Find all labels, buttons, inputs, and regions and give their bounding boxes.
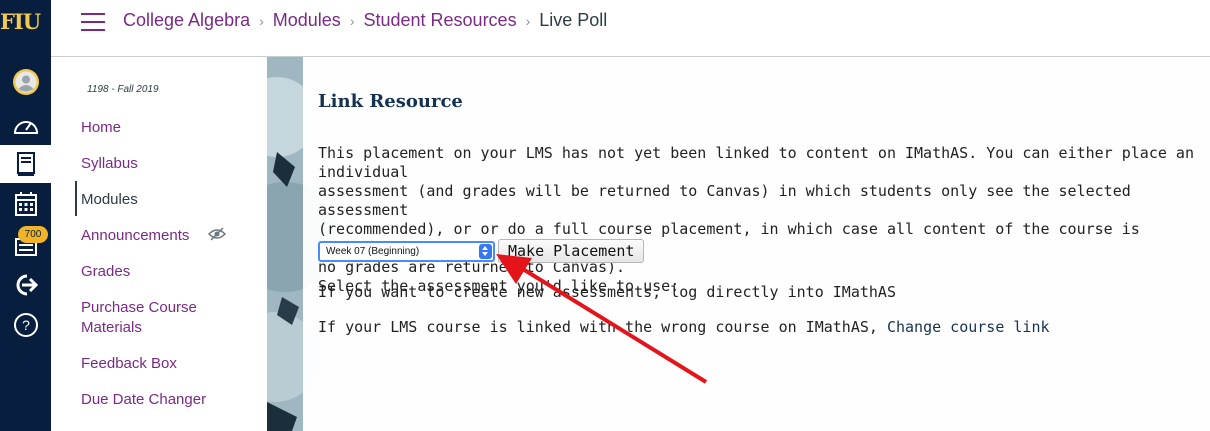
course-nav-home[interactable]: Home <box>81 118 251 138</box>
hidden-eye-icon <box>208 227 226 241</box>
chevron-right-icon: › <box>349 12 355 29</box>
annotation-arrow <box>496 254 708 384</box>
inbox-count-badge: 700 <box>18 226 48 243</box>
breadcrumb-modules[interactable]: Modules <box>273 10 341 31</box>
course-nav: 1198 - Fall 2019 Home Syllabus Modules A… <box>51 57 267 431</box>
content-area: Link Resource This placement on your LMS… <box>267 57 1210 431</box>
breadcrumb-course[interactable]: College Algebra <box>123 10 250 31</box>
course-nav-syllabus[interactable]: Syllabus <box>81 154 251 174</box>
breadcrumb-current: Live Poll <box>539 10 608 30</box>
logout-icon[interactable] <box>0 268 51 302</box>
fiu-logo[interactable]: FIU <box>0 6 51 38</box>
active-indicator <box>75 181 77 216</box>
course-nav-purchase-materials[interactable]: Purchase Course Materials <box>81 298 221 338</box>
breadcrumb: College Algebra › Modules › Student Reso… <box>123 10 607 31</box>
calendar-icon[interactable] <box>0 187 51 221</box>
course-nav-grades[interactable]: Grades <box>81 262 251 282</box>
svg-text:?: ? <box>22 317 30 333</box>
select-stepper-icon <box>479 243 492 259</box>
account-icon[interactable] <box>0 65 51 99</box>
page-title: Link Resource <box>318 91 463 112</box>
global-nav: FIU 700 ? <box>0 0 51 431</box>
header: College Algebra › Modules › Student Reso… <box>51 0 1210 57</box>
chevron-right-icon: › <box>525 12 531 29</box>
chevron-right-icon: › <box>259 12 264 29</box>
change-course-link[interactable]: Change course link <box>887 318 1050 336</box>
placement-description: This placement on your LMS has not yet b… <box>318 144 1194 295</box>
courses-icon[interactable] <box>0 145 51 183</box>
hamburger-menu-icon[interactable] <box>81 13 105 31</box>
term-label: 1198 - Fall 2019 <box>87 84 159 95</box>
assessment-select-value: Week 07 (Beginning) <box>326 245 420 257</box>
dashboard-icon[interactable] <box>0 108 51 142</box>
breadcrumb-student-resources[interactable]: Student Resources <box>363 10 516 31</box>
course-nav-feedback-box[interactable]: Feedback Box <box>81 354 251 374</box>
assessment-select[interactable]: Week 07 (Beginning) <box>318 240 495 262</box>
help-icon[interactable]: ? <box>0 308 51 342</box>
course-nav-due-date-changer[interactable]: Due Date Changer <box>81 390 251 410</box>
course-nav-modules[interactable]: Modules <box>81 190 251 210</box>
link-resource-panel: Link Resource This placement on your LMS… <box>303 57 1210 431</box>
